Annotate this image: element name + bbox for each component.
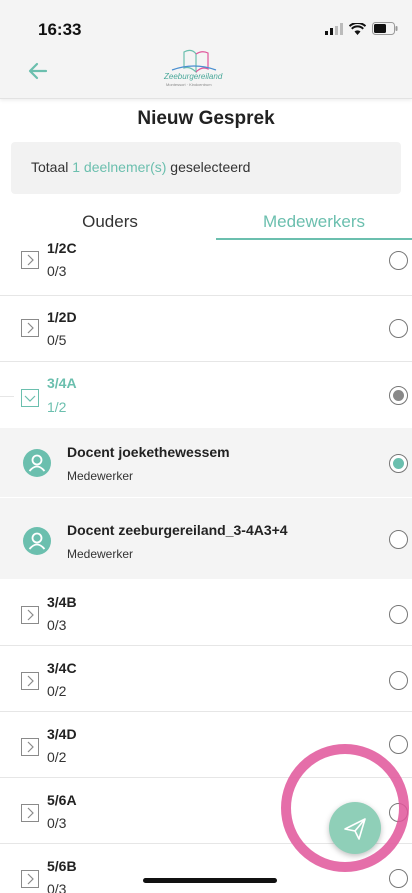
person-role: Medewerker (67, 547, 134, 561)
group-count: 0/2 (47, 749, 67, 765)
group-row-3-4d[interactable]: 3/4D 0/2 (0, 712, 412, 778)
send-button[interactable] (329, 802, 381, 854)
group-name: 1/2C (47, 242, 77, 256)
send-icon (344, 818, 366, 840)
arrow-left-icon[interactable] (24, 56, 54, 86)
logo-text: Zeeburgereiland (164, 72, 223, 81)
group-count: 0/3 (47, 815, 67, 831)
user-avatar-icon (23, 527, 51, 555)
active-tab-indicator (216, 238, 412, 240)
select-radio[interactable] (389, 386, 408, 405)
battery-icon (372, 22, 398, 35)
group-row-1-2c[interactable]: 1/2C 0/3 (0, 242, 412, 296)
person-name: Docent zeeburgereiland_3-4A3+4 (67, 522, 288, 538)
group-row-3-4a[interactable]: 3/4A 1/2 (0, 362, 412, 428)
group-name: 3/4C (47, 660, 77, 676)
person-name: Docent joekethewessem (67, 444, 230, 460)
person-row[interactable]: Docent joekethewessem Medewerker (0, 428, 412, 498)
chevron-right-icon[interactable] (21, 804, 39, 822)
home-indicator[interactable] (143, 878, 277, 883)
divider (0, 396, 14, 397)
person-row[interactable]: Docent zeeburgereiland_3-4A3+4 Medewerke… (0, 498, 412, 580)
group-name: 3/4D (47, 726, 77, 742)
group-count: 0/2 (47, 683, 67, 699)
select-radio[interactable] (389, 803, 408, 822)
chevron-right-icon[interactable] (21, 870, 39, 888)
chevron-right-icon[interactable] (21, 251, 39, 269)
group-name: 5/6A (47, 792, 77, 808)
user-avatar-icon (23, 449, 51, 477)
group-count: 0/3 (47, 881, 67, 893)
select-radio[interactable] (389, 530, 408, 549)
summary-suffix: geselecteerd (170, 159, 251, 175)
group-count: 1/2 (47, 399, 67, 415)
group-name: 5/6B (47, 858, 77, 874)
selection-summary: Totaal 1 deelnemer(s) geselecteerd (11, 142, 401, 194)
status-icons (325, 22, 398, 35)
group-count: 0/3 (47, 263, 67, 279)
school-logo: Zeeburgereiland Montessori · Kindcentrum (162, 48, 226, 90)
chevron-right-icon[interactable] (21, 738, 39, 756)
select-radio[interactable] (389, 251, 408, 270)
logo-subtext: Montessori · Kindcentrum (166, 82, 212, 87)
select-radio[interactable] (389, 605, 408, 624)
select-radio[interactable] (389, 454, 408, 473)
select-radio[interactable] (389, 319, 408, 338)
recipient-tabs: Ouders Medewerkers (0, 200, 412, 242)
status-bar: 16:33 (0, 0, 412, 46)
select-radio[interactable] (389, 869, 408, 888)
page-title: Nieuw Gesprek (137, 108, 275, 129)
group-name: 1/2D (47, 309, 77, 325)
recipient-list[interactable]: 1/2C 0/3 1/2D 0/5 3/4A 1/2 Docent joeket… (0, 242, 412, 893)
select-radio[interactable] (389, 735, 408, 754)
chevron-right-icon[interactable] (21, 672, 39, 690)
chevron-right-icon[interactable] (21, 319, 39, 337)
group-row-3-4c[interactable]: 3/4C 0/2 (0, 646, 412, 712)
chevron-down-icon[interactable] (21, 389, 39, 407)
status-time: 16:33 (38, 20, 82, 39)
group-count: 0/5 (47, 332, 67, 348)
select-radio[interactable] (389, 671, 408, 690)
wifi-icon (349, 22, 366, 35)
tab-medewerkers[interactable]: Medewerkers (216, 212, 412, 232)
signal-icon (325, 22, 343, 35)
group-name: 3/4A (47, 375, 77, 391)
person-role: Medewerker (67, 469, 134, 483)
group-name: 3/4B (47, 594, 77, 610)
summary-prefix: Totaal (31, 159, 69, 175)
summary-count: 1 deelnemer(s) (72, 159, 167, 175)
group-row-3-4b[interactable]: 3/4B 0/3 (0, 580, 412, 646)
chevron-right-icon[interactable] (21, 606, 39, 624)
group-row-1-2d[interactable]: 1/2D 0/5 (0, 296, 412, 362)
app-header: Zeeburgereiland Montessori · Kindcentrum (0, 46, 412, 99)
group-count: 0/3 (47, 617, 67, 633)
book-logo-icon (171, 49, 217, 74)
tab-ouders[interactable]: Ouders (10, 212, 210, 232)
